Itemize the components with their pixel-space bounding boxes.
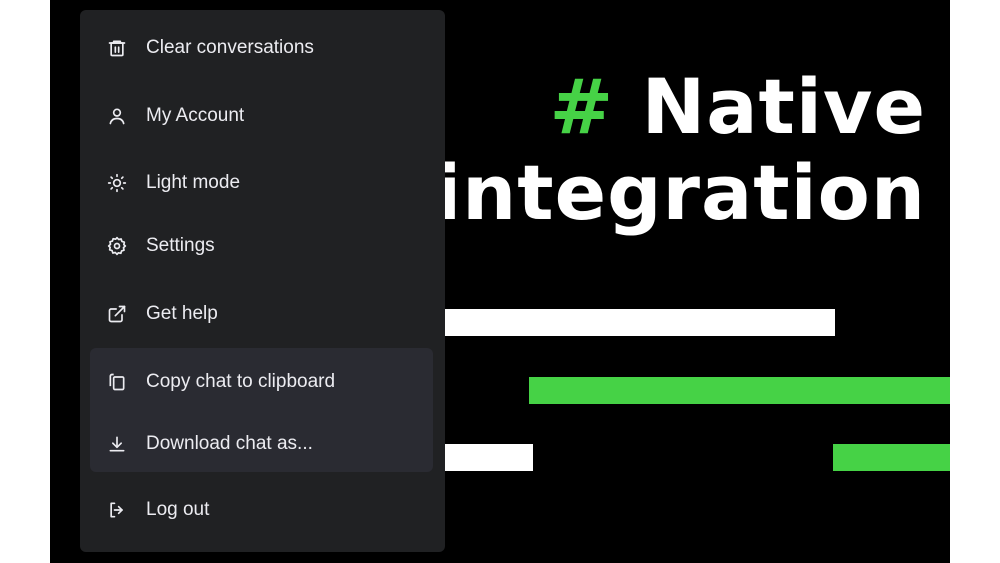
copy-chat-label: Copy chat to clipboard xyxy=(146,371,336,392)
white-bar-top xyxy=(440,309,835,336)
download-chat-button[interactable]: Download chat as... xyxy=(90,422,433,466)
green-bar-bottom xyxy=(833,444,950,471)
headline-hash: # xyxy=(549,62,615,151)
clear-conversations-button[interactable]: Clear conversations xyxy=(90,26,433,70)
download-icon xyxy=(106,433,128,455)
copy-chat-button[interactable]: Copy chat to clipboard xyxy=(90,360,433,404)
headline-line-1: Native xyxy=(641,62,926,151)
settings-label: Settings xyxy=(146,235,215,256)
slide-headline: # Native integration xyxy=(406,64,926,236)
white-bar-bottom xyxy=(440,444,533,471)
get-help-label: Get help xyxy=(146,303,218,324)
headline-line-2: integration xyxy=(435,148,926,237)
sun-icon xyxy=(106,172,128,194)
download-chat-label: Download chat as... xyxy=(146,433,313,454)
green-bar-middle xyxy=(529,377,950,404)
account-menu: Clear conversations My Account Light mod… xyxy=(80,10,445,552)
logout-icon xyxy=(106,499,128,521)
light-mode-button[interactable]: Light mode xyxy=(90,161,433,205)
settings-button[interactable]: Settings xyxy=(90,224,433,268)
clear-conversations-label: Clear conversations xyxy=(146,37,314,58)
log-out-button[interactable]: Log out xyxy=(90,488,433,532)
trash-icon xyxy=(106,37,128,59)
log-out-label: Log out xyxy=(146,499,210,520)
my-account-button[interactable]: My Account xyxy=(90,94,433,138)
background-slide: # Native integration Clear conversations… xyxy=(50,0,950,563)
external-link-icon xyxy=(106,303,128,325)
get-help-button[interactable]: Get help xyxy=(90,292,433,336)
my-account-label: My Account xyxy=(146,105,245,126)
gear-icon xyxy=(106,235,128,257)
light-mode-label: Light mode xyxy=(146,172,241,193)
copy-icon xyxy=(106,371,128,393)
user-icon xyxy=(106,105,128,127)
